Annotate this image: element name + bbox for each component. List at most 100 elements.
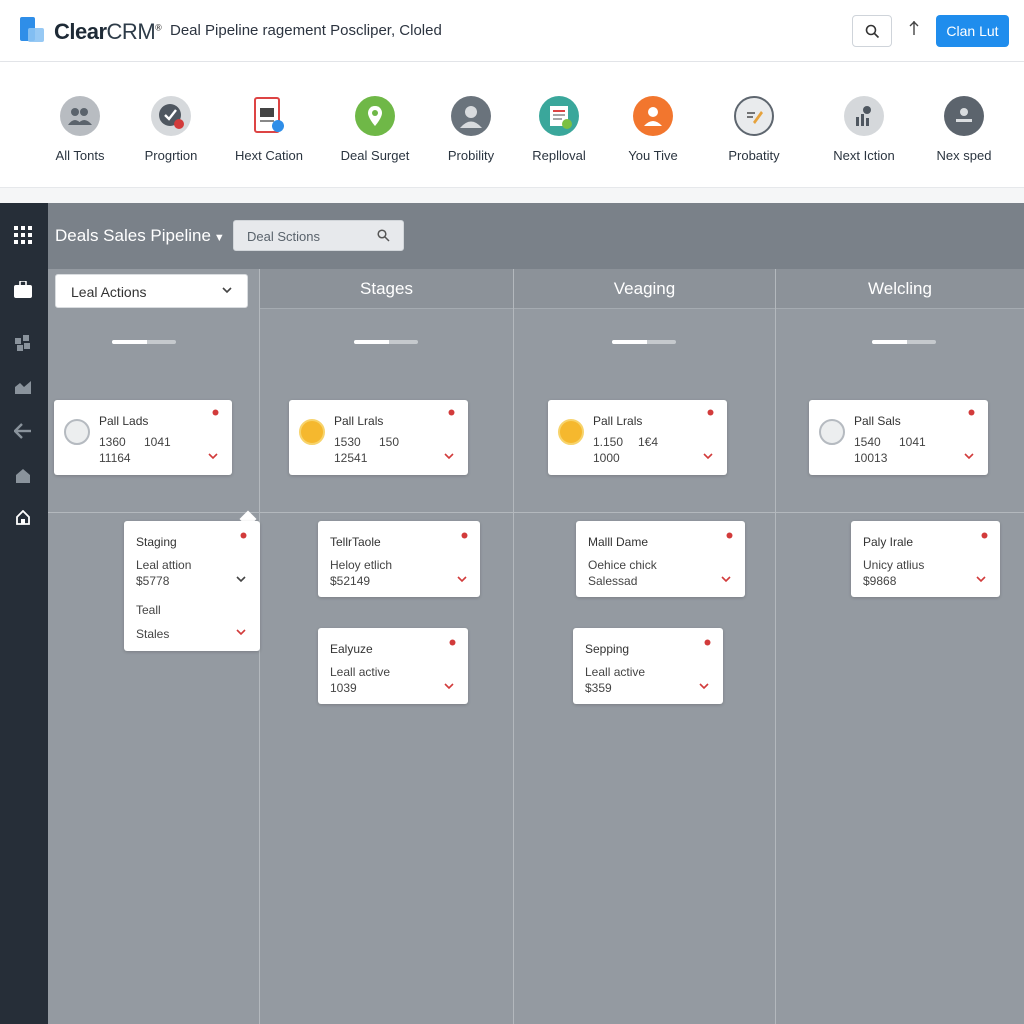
tool-next-iction[interactable]: Next Iction [814, 96, 914, 163]
stage-amount: $52149 [330, 574, 371, 588]
deal-value: 1041 [899, 435, 926, 449]
deal-value: 1360 [99, 435, 126, 449]
chevron-down-icon[interactable] [963, 451, 975, 461]
stage-line: Leall active [585, 665, 646, 679]
flag-icon [726, 532, 733, 539]
stage-line: Teall [136, 603, 161, 617]
tool-label: Next Iction [833, 148, 895, 163]
column-header-veaging[interactable]: Veaging [514, 269, 775, 309]
search-icon [377, 229, 390, 242]
tool-label: Probility [447, 148, 495, 163]
minus-user-icon [944, 96, 984, 136]
chevron-down-icon[interactable] [235, 627, 247, 637]
analytics-icon[interactable] [12, 376, 34, 398]
flag-icon [240, 532, 247, 539]
deal-title: Pall Lads [99, 414, 149, 428]
deal-value: 1540 [854, 435, 881, 449]
grid-icon[interactable] [12, 224, 34, 246]
deal-card[interactable]: Pall Lrals 1.150 1€4 1000 [548, 400, 727, 475]
pin-button[interactable] [904, 20, 924, 42]
tool-label: All Tonts [55, 148, 105, 163]
deal-value: 10013 [854, 451, 888, 465]
chevron-down-icon[interactable] [702, 451, 714, 461]
tool-probility[interactable]: Probility [421, 96, 521, 163]
deal-value: 1.150 [593, 435, 624, 449]
page-title: Deal Pipeline ragement Poscliper, Cloled [170, 22, 442, 39]
home-icon[interactable] [12, 506, 34, 528]
column-progress-bar [872, 340, 936, 344]
flag-icon [449, 639, 456, 646]
deal-value: 12541 [334, 451, 368, 465]
chevron-down-icon[interactable] [443, 451, 455, 461]
progress-fill [112, 340, 148, 344]
stage-amount: $9868 [863, 574, 897, 588]
user-icon [451, 96, 491, 136]
stage-popover-card[interactable]: Staging Leal attion $5778 Teall Stales [124, 521, 260, 651]
stage-title: Sepping [585, 642, 630, 656]
app-header: ClearCRM® Deal Pipeline ragement Posclip… [0, 0, 1024, 62]
person-orange-icon [633, 96, 673, 136]
check-badge-icon [151, 96, 191, 136]
stage-line: Unicy atlius [863, 558, 925, 572]
search-placeholder: Deal Sctions [247, 229, 320, 244]
column-header-welcling[interactable]: Welcling [776, 269, 1024, 309]
column-title: Welcling [868, 278, 932, 298]
back-arrow-icon[interactable] [12, 420, 34, 442]
primary-action-button[interactable]: Clan Lut [936, 15, 1009, 47]
brand-mark: ® [155, 22, 162, 33]
app-brand[interactable]: ClearCRM® [54, 19, 162, 45]
chevron-down-icon[interactable] [207, 451, 219, 461]
stage-title: TellrTaole [330, 535, 381, 549]
stage-card[interactable]: TellrTaole Heloy etlich $52149 [318, 521, 480, 597]
stage-card[interactable]: Malll Dame Oehice chick Salessad [576, 521, 745, 597]
column-progress-bar [354, 340, 418, 344]
pipeline-selector[interactable]: Deals Sales Pipeline ▼ [55, 226, 225, 246]
tool-progrtion[interactable]: Progrtion [121, 96, 221, 163]
column-divider [775, 269, 776, 1024]
chevron-down-icon[interactable] [456, 574, 468, 584]
chevron-down-icon[interactable] [720, 574, 732, 584]
tool-you-tive[interactable]: You Tive [603, 96, 703, 163]
tool-all-tonts[interactable]: All Tonts [30, 96, 130, 163]
deal-title: Pall Sals [854, 414, 901, 428]
deal-card[interactable]: Pall Sals 1540 1041 10013 [809, 400, 988, 475]
deal-coin-icon [558, 419, 584, 445]
tool-deal-surget[interactable]: Deal Surget [325, 96, 425, 163]
flag-icon [707, 409, 714, 416]
spacer-band [0, 188, 1024, 203]
row-divider [48, 512, 1024, 513]
tool-hext-cation[interactable]: Hext Cation [219, 96, 319, 163]
column-progress-bar [112, 340, 176, 344]
chevron-down-icon[interactable] [698, 681, 710, 691]
stage-card[interactable]: Paly Irale Unicy atlius $9868 [851, 521, 1000, 597]
chevron-down-icon[interactable] [975, 574, 987, 584]
tool-replloval[interactable]: Replloval [509, 96, 609, 163]
column-header-stages[interactable]: Stages [260, 269, 513, 309]
chevron-down-icon[interactable] [235, 574, 247, 584]
brand-crm: CRM [106, 19, 156, 44]
board-header: Deals Sales Pipeline ▼ Deal Sctions [48, 203, 1024, 269]
stage-amount: 1039 [330, 681, 357, 695]
lead-actions-dropdown[interactable]: Leal Actions [55, 274, 248, 308]
search-button[interactable] [852, 15, 892, 47]
tool-label: Deal Surget [340, 148, 410, 163]
building-icon[interactable] [12, 465, 34, 487]
deal-search-input[interactable]: Deal Sctions [233, 220, 404, 251]
app-logo-icon[interactable] [18, 16, 46, 44]
lead-actions-label: Leal Actions [71, 284, 147, 300]
deal-card[interactable]: Pall Lads 1360 1041 11164 [54, 400, 232, 475]
deal-card[interactable]: Pall Lrals 1530 150 12541 [289, 400, 468, 475]
tool-nex-sped[interactable]: Nex sped [914, 96, 1014, 163]
stage-card[interactable]: Ealyuze Leall active 1039 [318, 628, 468, 704]
tool-probatity[interactable]: Probatity [704, 96, 804, 163]
pipeline-board: Deals Sales Pipeline ▼ Deal Sctions Stage… [0, 203, 1024, 1024]
chevron-down-icon[interactable] [443, 681, 455, 691]
stage-card[interactable]: Sepping Leall active $359 [573, 628, 723, 704]
stage-title: Staging [136, 535, 177, 549]
stage-line: Salessad [588, 574, 638, 588]
tool-label: You Tive [628, 148, 678, 163]
briefcase-icon[interactable] [12, 278, 34, 300]
tool-label: Replloval [532, 148, 586, 163]
pipeline-title: Deals Sales Pipeline [55, 226, 211, 245]
blocks-icon[interactable] [12, 332, 34, 354]
